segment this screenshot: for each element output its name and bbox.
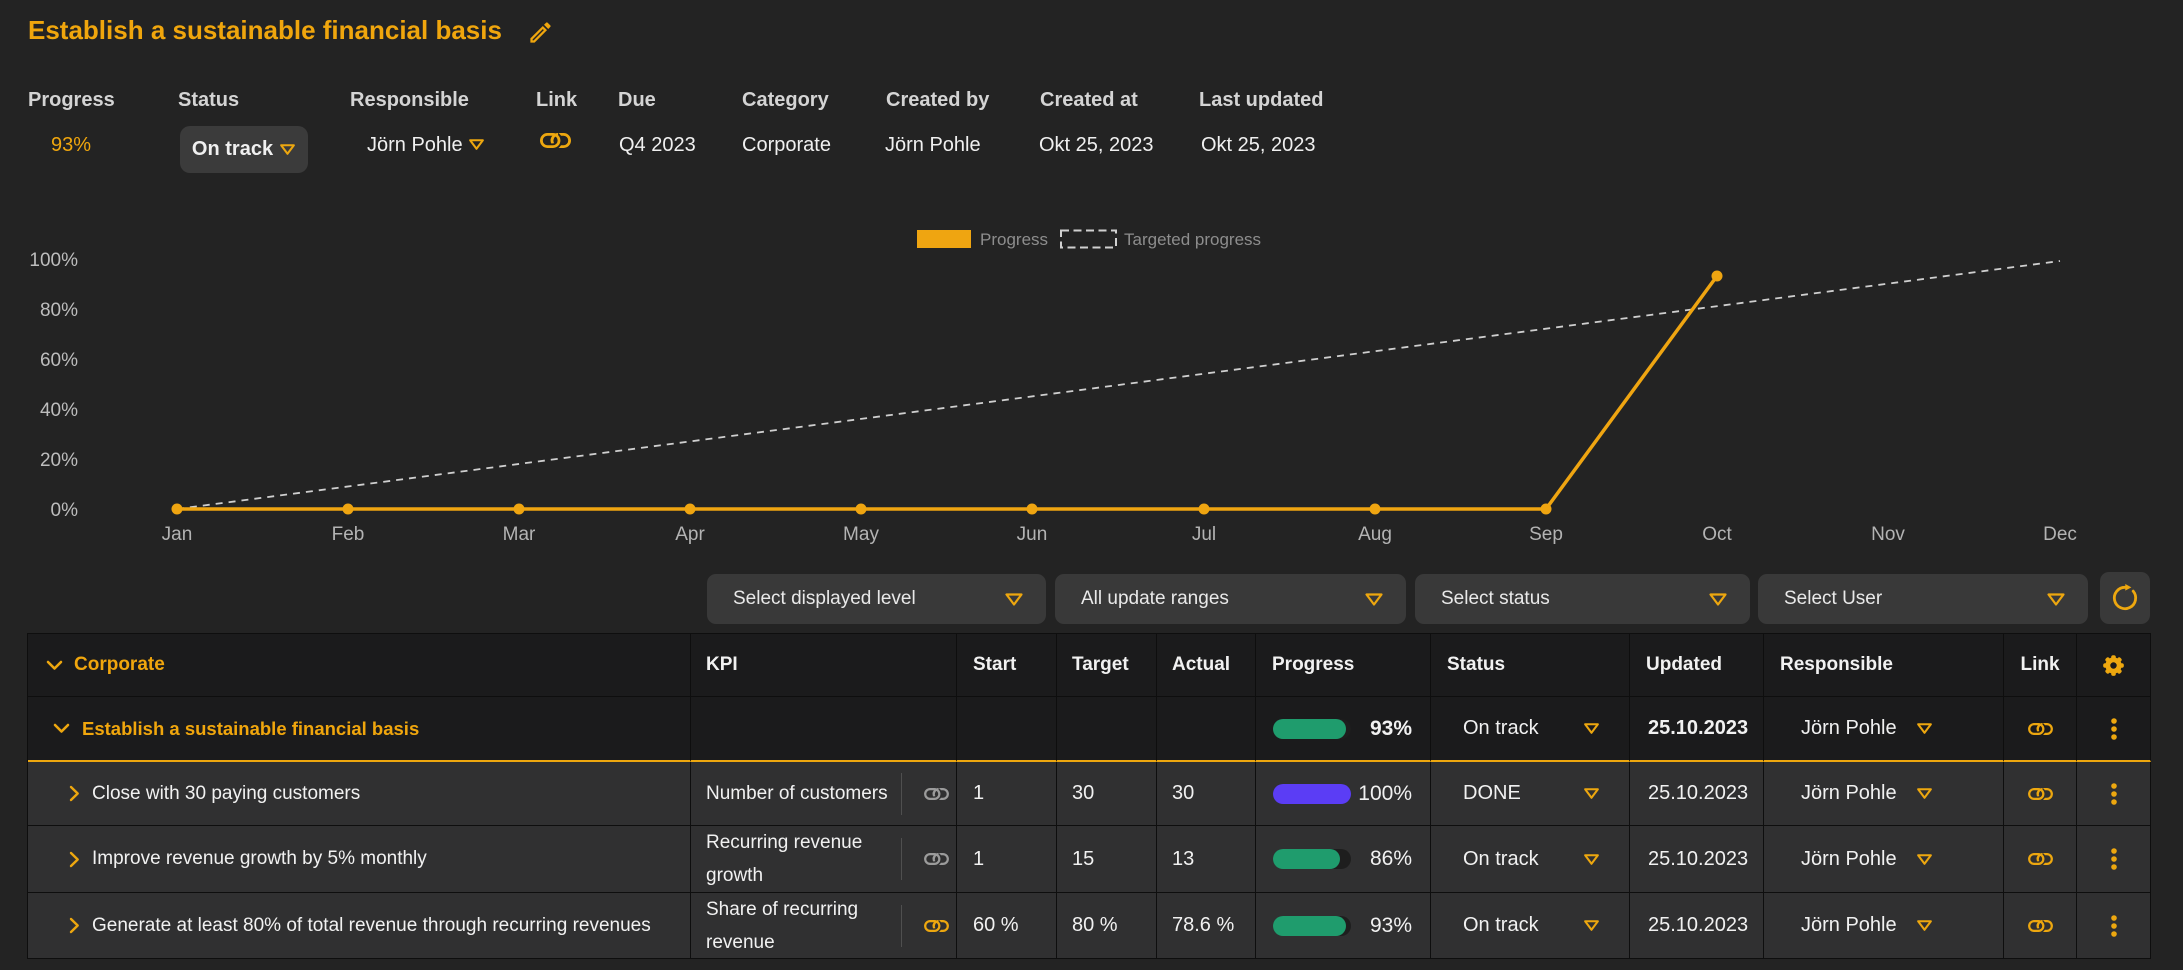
svg-text:Jun: Jun	[1017, 524, 1048, 545]
svg-text:Mar: Mar	[503, 524, 536, 545]
svg-text:40%: 40%	[40, 400, 78, 421]
svg-text:80%: 80%	[40, 300, 78, 321]
svg-text:0%: 0%	[51, 500, 79, 521]
svg-text:Progress: Progress	[980, 230, 1048, 249]
svg-text:Apr: Apr	[675, 524, 705, 545]
svg-text:Jan: Jan	[162, 524, 193, 545]
svg-text:Dec: Dec	[2043, 524, 2077, 545]
svg-text:May: May	[843, 524, 879, 545]
svg-text:Sep: Sep	[1529, 524, 1563, 545]
svg-text:20%: 20%	[40, 450, 78, 471]
svg-text:Oct: Oct	[1702, 524, 1732, 545]
svg-text:100%: 100%	[29, 250, 78, 271]
svg-text:Jul: Jul	[1192, 524, 1216, 545]
svg-text:Targeted progress: Targeted progress	[1124, 230, 1261, 249]
svg-text:Nov: Nov	[1871, 524, 1905, 545]
svg-text:Aug: Aug	[1358, 524, 1392, 545]
svg-text:Feb: Feb	[332, 524, 365, 545]
svg-text:60%: 60%	[40, 350, 78, 371]
